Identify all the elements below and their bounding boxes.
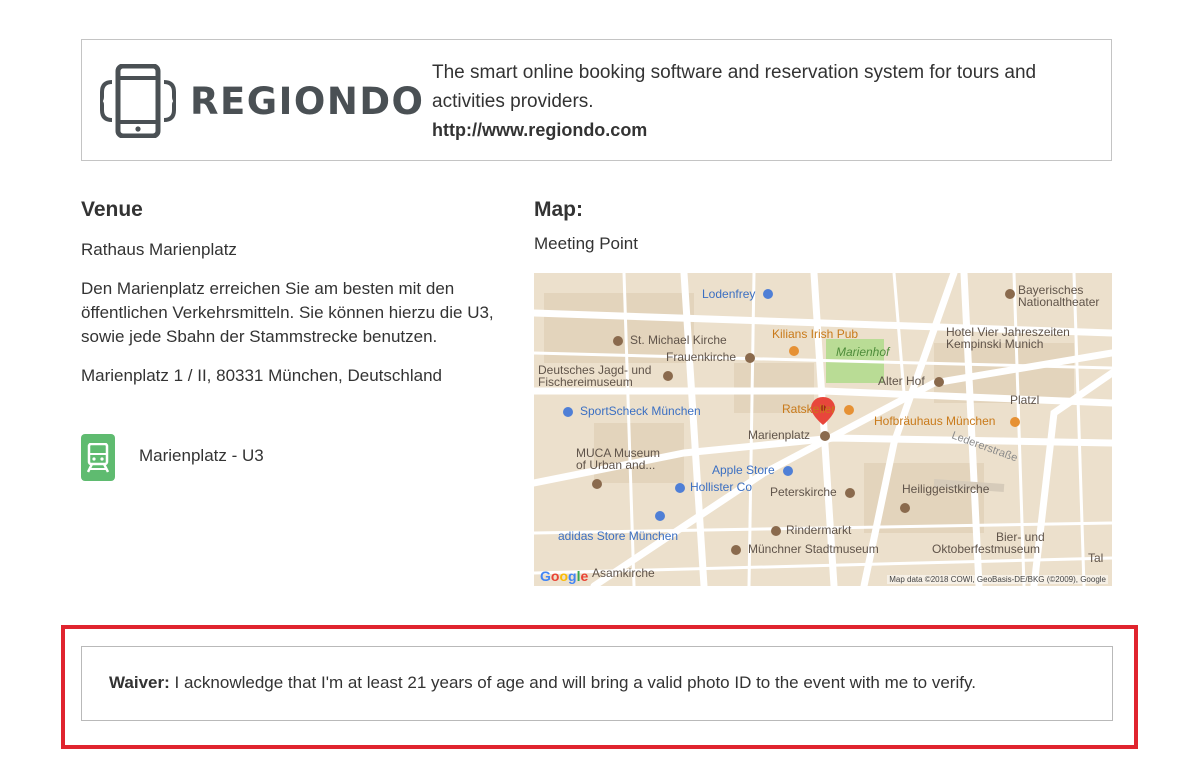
map-view[interactable]: Lodenfrey Bayerisches Nationaltheater St… [534,273,1112,586]
map-label-alter-hof: Alter Hof [878,374,925,388]
provider-url-link[interactable]: http://www.regiondo.com [432,116,1092,145]
provider-description-text: The smart online booking software and re… [432,62,1037,112]
provider-description: The smart online booking software and re… [432,58,1092,145]
transit-info: Marienplatz - U3 [81,434,269,481]
map-label-adidas: adidas Store München [558,529,679,543]
waiver-box: Waiver: I acknowledge that I'm at least … [81,646,1113,721]
venue-name: Rathaus Marienplatz [81,240,237,259]
waiver-text: Waiver: I acknowledge that I'm at least … [109,673,976,693]
map-label-bier-2: Oktoberfestmuseum [932,542,1041,556]
map-poi-hollister-icon [675,483,685,493]
map-label-lodenfrey: Lodenfrey [702,287,756,301]
venue-section: Venue Rathaus Marienplatz Den Marienplat… [81,198,501,481]
map-poi-sportscheck-icon [563,407,573,417]
map-label-tal: Tal [1088,551,1104,565]
regiondo-logo[interactable]: REGIONDO [100,64,425,138]
map-label-peterskirche: Peterskirche [770,485,837,499]
map-label-nationaltheater: Nationaltheater [1018,295,1100,309]
map-poi-muca-icon [592,479,602,489]
map-poi-st-michael-icon [613,336,623,346]
map-poi-apple-icon [783,466,793,476]
map-label-marienhof: Marienhof [836,345,890,359]
google-logo[interactable]: Google [540,568,588,584]
map-poi-nationaltheater-icon [1005,289,1015,299]
venue-heading: Venue [81,198,143,221]
map-attribution[interactable]: Map data ©2018 COWI, GeoBasis-DE/BKG (©2… [887,575,1108,584]
venue-address: Marienplatz 1 / II, 80331 München, Deuts… [81,366,442,385]
map-label-st-michael: St. Michael Kirche [630,333,727,347]
map-label-ratskeller: Ratskeller [782,402,836,416]
waiver-label: Waiver: [109,673,170,692]
map-poi-peterskirche-icon [845,488,855,498]
meeting-point-label: Meeting Point [534,234,638,253]
map-label-asamkirche: Asamkirche [592,566,655,580]
logo-text: REGIONDO [190,79,425,123]
map-poi-hofbraeuhaus-icon [1010,417,1020,427]
map-label-deutsches-2: Fischereimuseum [538,375,633,389]
map-poi-marienplatz-icon [820,431,830,441]
transit-label: Marienplatz - U3 [139,446,264,465]
map-label-hotel-vier-2: Kempinski Munich [946,337,1044,351]
map-poi-stadtmuseum-icon [731,545,741,555]
map-poi-heiliggeist-icon [900,503,910,513]
map-label-hofbraeuhaus: Hofbräuhaus München [874,414,996,428]
regiondo-phone-icon [100,64,176,138]
map-poi-rindermarkt-icon [771,526,781,536]
map-label-rindermarkt: Rindermarkt [786,523,852,537]
map-label-platzl: Platzl [1010,393,1040,407]
map-poi-lodenfrey-icon [763,289,773,299]
map-poi-alter-hof-icon [934,377,944,387]
provider-box: REGIONDO The smart online booking softwa… [81,39,1112,161]
map-label-heiliggeist: Heiliggeistkirche [902,482,990,496]
map-poi-frauenkirche-icon [745,353,755,363]
map-poi-kilians-icon [789,346,799,356]
map-section: Map: Meeting Point Lodenfrey Bayerisches… [534,198,1112,586]
map-poi-ratskeller-icon [844,405,854,415]
map-label-muca-2: of Urban and... [576,458,656,472]
waiver-body: I acknowledge that I'm at least 21 years… [169,673,976,692]
venue-description: Den Marienplatz erreichen Sie am besten … [81,279,494,346]
map-label-apple: Apple Store [712,463,775,477]
map-label-hollister: Hollister Co [690,480,753,494]
map-heading: Map: [534,198,583,221]
map-label-kilians: Kilians Irish Pub [772,327,859,341]
map-label-stadtmuseum: Münchner Stadtmuseum [748,542,879,556]
map-poi-deutsches-icon [663,371,673,381]
map-label-frauenkirche: Frauenkirche [666,350,737,364]
train-icon [81,434,115,481]
map-poi-adidas-icon [655,511,665,521]
map-label-marienplatz: Marienplatz [748,428,811,442]
map-label-sportscheck: SportScheck München [580,404,701,418]
